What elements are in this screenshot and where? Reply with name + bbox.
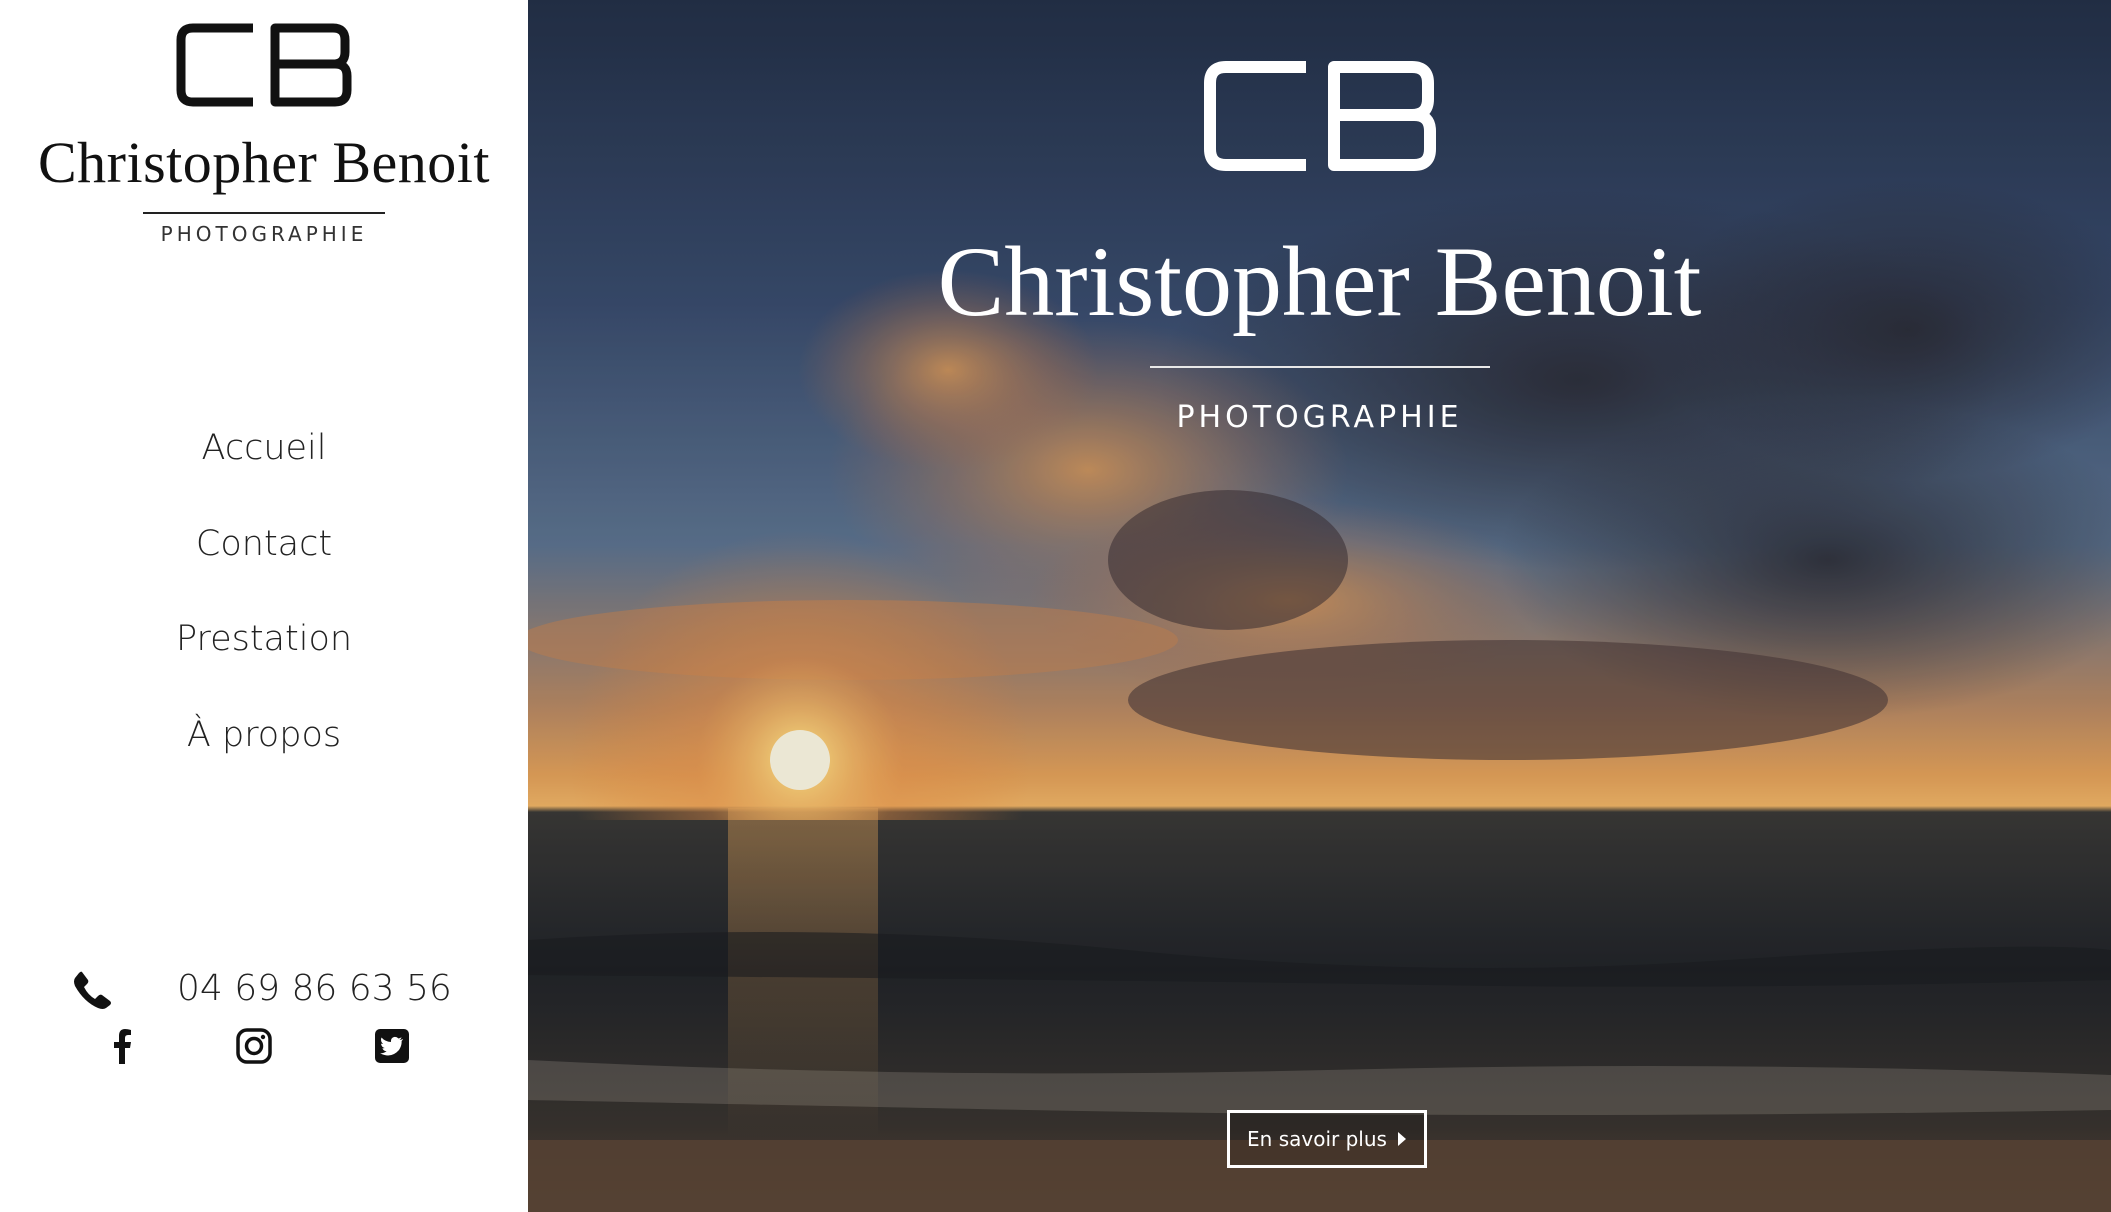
main-nav: Accueil Contact Prestation À propos <box>0 420 528 802</box>
phone-icon <box>74 971 111 1009</box>
hero-divider <box>1149 366 1490 368</box>
nav-item-contact[interactable]: Contact <box>0 516 528 612</box>
facebook-link[interactable] <box>103 1026 143 1066</box>
hero-title: Christopher Benoit <box>937 226 1702 337</box>
phone-number[interactable]: 04 69 86 63 56 <box>177 968 452 1009</box>
brand-divider <box>143 212 385 214</box>
sidebar-logo[interactable]: Christopher Benoit PHOTOGRAPHIE <box>0 22 528 246</box>
instagram-link[interactable] <box>234 1026 274 1066</box>
facebook-icon <box>114 1029 131 1064</box>
twitter-icon <box>375 1029 409 1063</box>
brand-name: Christopher Benoit <box>37 130 490 195</box>
contact-block: 04 69 86 63 56 <box>0 960 528 1096</box>
hero-brand: Christopher Benoit PHOTOGRAPHIE <box>528 60 2111 435</box>
brand-subtitle: PHOTOGRAPHIE <box>160 222 368 246</box>
en-savoir-plus-button[interactable]: En savoir plus <box>1227 1110 1427 1168</box>
hero-banner: Christopher Benoit PHOTOGRAPHIE En savoi… <box>528 0 2111 1212</box>
cb-monogram-logo <box>1203 61 1436 171</box>
twitter-link[interactable] <box>372 1026 412 1066</box>
phone-row[interactable]: 04 69 86 63 56 <box>0 960 528 1020</box>
cta-label: En savoir plus <box>1247 1127 1387 1151</box>
social-links <box>0 1026 528 1096</box>
caret-right-icon <box>1397 1132 1406 1146</box>
hero-subtitle: PHOTOGRAPHIE <box>1176 400 1463 435</box>
nav-item-a-propos[interactable]: À propos <box>0 707 528 803</box>
cb-monogram-logo <box>176 23 352 107</box>
nav-item-prestation[interactable]: Prestation <box>0 611 528 707</box>
instagram-icon <box>236 1028 272 1064</box>
sidebar: Christopher Benoit PHOTOGRAPHIE Accueil … <box>0 0 528 1212</box>
nav-item-accueil[interactable]: Accueil <box>0 420 528 516</box>
